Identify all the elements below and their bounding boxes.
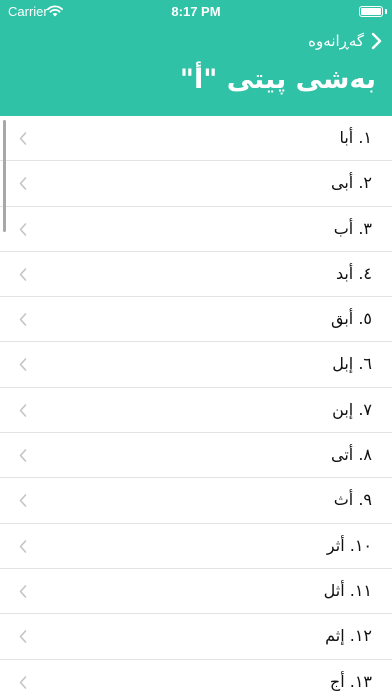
list-item[interactable]: ١. أبا xyxy=(0,116,392,162)
chevron-left-icon xyxy=(19,222,27,236)
list-item-label: ١١. أثل xyxy=(323,580,372,600)
list-item-label: ٨. أتى xyxy=(331,445,372,465)
list-item[interactable]: ٤. أبد xyxy=(0,252,392,298)
list-item-label: ٣. أب xyxy=(333,218,372,238)
list-item[interactable]: ٣. أب xyxy=(0,207,392,252)
chevron-left-icon xyxy=(19,177,27,191)
list-item[interactable]: ٨. أتى xyxy=(0,433,392,479)
chevron-left-icon xyxy=(19,313,27,326)
list-item-label: ٤. أبد xyxy=(335,263,372,283)
back-button-label: گەڕانەوە xyxy=(308,32,364,50)
list-item-label: ١٣. أج xyxy=(329,671,372,691)
list-item[interactable]: ١٣. أج xyxy=(0,660,392,696)
list-item[interactable]: ٩. أث xyxy=(0,478,392,524)
list-item[interactable]: ٦. إبل xyxy=(0,342,392,388)
battery-cap xyxy=(385,9,387,14)
item-list[interactable]: ١. أبا ٢. أبى ٣. أب ٤. أبد ٥. أبق ٦. إبل ٧. إب… xyxy=(0,116,392,696)
chevron-left-icon xyxy=(19,132,27,145)
chevron-left-icon xyxy=(19,675,27,689)
status-bar: Carrier 8:17 PM xyxy=(0,0,392,22)
chevron-left-icon xyxy=(19,494,27,508)
battery-icon xyxy=(359,6,383,17)
list-item-label: ٦. إبل xyxy=(332,354,372,374)
list-item[interactable]: ٥. أبق xyxy=(0,297,392,343)
list-item-label: ١. أبا xyxy=(339,128,372,147)
list-item-label: ٩. أث xyxy=(333,490,372,510)
chevron-left-icon xyxy=(19,268,27,281)
scroll-indicator[interactable] xyxy=(3,120,6,232)
list-item-label: ٥. أبق xyxy=(330,309,372,329)
navigation-header: Carrier 8:17 PM گەڕانەوە بەشی پیتی "أ" xyxy=(0,0,392,116)
list-item-label: ٧. إبن xyxy=(332,399,372,419)
list-item[interactable]: ١١. أثل xyxy=(0,569,392,615)
chevron-left-icon xyxy=(19,585,27,598)
list-item[interactable]: ١٠. أثر xyxy=(0,524,392,569)
chevron-left-icon xyxy=(19,449,27,462)
list-item-label: ١٠. أثر xyxy=(326,535,372,555)
clock: 8:17 PM xyxy=(171,4,221,19)
chevron-right-icon xyxy=(371,32,382,50)
chevron-left-icon xyxy=(19,403,27,417)
chevron-left-icon xyxy=(19,358,27,372)
list-item[interactable]: ١٢. إثم xyxy=(0,614,392,660)
back-button[interactable]: گەڕانەوە xyxy=(308,29,382,53)
page-title: بەشی پیتی "أ" xyxy=(179,64,376,95)
list-item-label: ١٢. إثم xyxy=(325,626,372,646)
list-item[interactable]: ٢. أبى xyxy=(0,161,392,207)
list-item-label: ٢. أبى xyxy=(331,173,372,193)
chevron-left-icon xyxy=(19,630,27,644)
chevron-left-icon xyxy=(19,539,27,553)
list-item[interactable]: ٧. إبن xyxy=(0,388,392,434)
